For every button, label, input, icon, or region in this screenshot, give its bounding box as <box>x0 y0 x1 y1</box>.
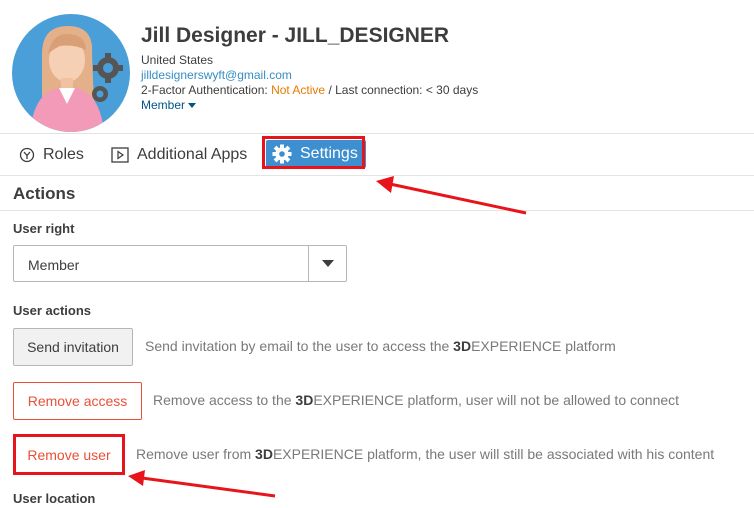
divider <box>0 175 754 176</box>
member-dropdown[interactable]: Member <box>141 98 197 112</box>
user-country: United States <box>141 53 214 67</box>
two-factor-value: Not Active <box>271 83 326 97</box>
desc-text: Remove access to the <box>153 392 296 408</box>
user-right-select[interactable]: Member <box>13 245 347 282</box>
desc-text: Remove user from <box>136 446 256 462</box>
tab-roles-label: Roles <box>43 146 84 163</box>
roles-icon <box>19 147 35 163</box>
remove-user-button[interactable]: Remove user <box>13 434 125 475</box>
tab-roles[interactable]: Roles <box>19 142 84 168</box>
annotation-arrow-settings <box>376 176 527 215</box>
remove-user-description: Remove user from 3DEXPERIENCE platform, … <box>136 446 714 462</box>
tab-apps-label: Additional Apps <box>137 146 248 163</box>
desc-text: Send invitation by email to the user to … <box>145 338 454 354</box>
divider <box>0 210 754 211</box>
dropdown-caret-icon <box>321 260 334 267</box>
desc-text: EXPERIENCE platform, the user will still… <box>272 446 715 462</box>
chevron-down-icon <box>188 103 197 109</box>
send-invitation-description: Send invitation by email to the user to … <box>145 338 616 354</box>
user-header: Jill Designer - JILL_DESIGNER United Sta… <box>0 0 754 133</box>
annotation-arrow-remove-user <box>128 470 276 498</box>
annotation-box-settings <box>262 136 365 169</box>
user-right-label: User right <box>13 221 75 236</box>
avatar <box>12 14 130 132</box>
last-connection: / Last connection: < 30 days <box>325 83 479 97</box>
user-email-link[interactable]: jilldesignerswyft@gmail.com <box>141 68 292 82</box>
desc-text: EXPERIENCE platform, user will not be al… <box>313 392 680 408</box>
dropdown-button[interactable] <box>308 246 346 281</box>
brand-3d: 3D <box>453 338 472 354</box>
desc-text: EXPERIENCE platform <box>471 338 616 354</box>
tab-additional-apps[interactable]: Additional Apps <box>111 142 247 168</box>
divider <box>0 133 754 134</box>
two-factor-status: 2-Factor Authentication: Not Active / La… <box>141 83 478 97</box>
member-dropdown-label: Member <box>141 98 186 112</box>
user-actions-label: User actions <box>13 303 92 318</box>
user-name: Jill Designer - JILL_DESIGNER <box>141 24 450 47</box>
send-invitation-button[interactable]: Send invitation <box>13 328 133 366</box>
user-right-value: Member <box>28 257 80 273</box>
section-title-actions: Actions <box>13 184 76 203</box>
remove-access-description: Remove access to the 3DEXPERIENCE platfo… <box>153 392 679 408</box>
remove-access-button[interactable]: Remove access <box>13 382 142 420</box>
brand-3d: 3D <box>255 446 273 462</box>
two-factor-label: 2-Factor Authentication: <box>141 83 272 97</box>
apps-icon <box>111 147 129 163</box>
brand-3d: 3D <box>295 392 314 408</box>
user-location-label: User location <box>13 491 96 506</box>
